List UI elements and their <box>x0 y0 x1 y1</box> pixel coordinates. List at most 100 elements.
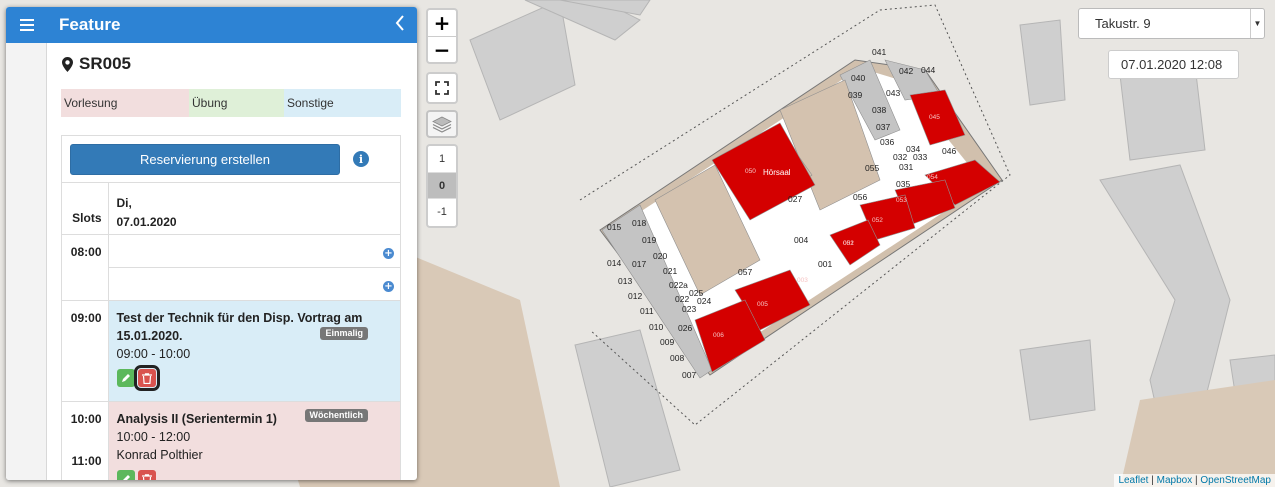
room-label[interactable]: 015 <box>607 222 621 232</box>
room-label[interactable]: 014 <box>607 258 621 268</box>
delete-event-button[interactable] <box>133 365 160 391</box>
room-label[interactable]: 004 <box>794 235 808 245</box>
room-label[interactable]: 010 <box>649 322 663 332</box>
level-minus1-button[interactable]: -1 <box>428 198 456 224</box>
room-label[interactable]: 007 <box>682 370 696 380</box>
room-label[interactable]: 008 <box>670 353 684 363</box>
attribution-separator: | <box>1195 475 1198 486</box>
room-label[interactable]: 022a <box>669 280 688 290</box>
event-card[interactable]: Analysis II (Serientermin 1) Wöchentlich… <box>108 402 400 480</box>
room-label[interactable]: 013 <box>618 276 632 286</box>
add-slot-icon[interactable]: + <box>383 281 394 292</box>
collapse-sidebar-button[interactable] <box>395 14 405 37</box>
room-label[interactable]: 018 <box>632 218 646 228</box>
event-type-legend: Vorlesung Übung Sonstige <box>61 89 401 117</box>
leaflet-link[interactable]: Leaflet <box>1118 475 1148 486</box>
room-label[interactable]: 023 <box>682 304 696 314</box>
room-label[interactable]: 027 <box>788 194 802 204</box>
level-0-button[interactable]: 0 <box>428 172 456 198</box>
room-label[interactable]: 036 <box>880 137 894 147</box>
room-label[interactable]: 020 <box>653 251 667 261</box>
create-reservation-button[interactable]: Reservierung erstellen <box>70 144 340 175</box>
room-label[interactable]: 003 <box>797 277 808 284</box>
room-label[interactable]: 056 <box>853 192 867 202</box>
day-date: 07.01.2020 <box>116 215 177 229</box>
room-label[interactable]: 012 <box>628 291 642 301</box>
room-label[interactable]: 042 <box>899 66 913 76</box>
room-label[interactable]: 021 <box>663 266 677 276</box>
zoom-in-button[interactable]: + <box>428 10 456 36</box>
day-name: Di, <box>116 196 132 210</box>
level-1-button[interactable]: 1 <box>428 146 456 172</box>
mapbox-link[interactable]: Mapbox <box>1157 475 1193 486</box>
room-label[interactable]: 011 <box>640 306 654 316</box>
room-label[interactable]: 017 <box>632 259 646 269</box>
room-label[interactable]: 054 <box>927 174 938 181</box>
event-cell: Analysis II (Serientermin 1) Wöchentlich… <box>108 401 400 480</box>
room-label[interactable]: 005 <box>757 301 768 308</box>
event-actions <box>116 470 395 480</box>
building-select[interactable]: Takustr. 9 ▼ <box>1078 8 1265 39</box>
room-label[interactable]: 024 <box>697 296 711 306</box>
room-label[interactable]: 051 <box>843 240 854 247</box>
building-select-value: Takustr. 9 <box>1095 16 1151 31</box>
room-label[interactable]: 031 <box>899 162 913 172</box>
room-label[interactable]: 055 <box>865 163 879 173</box>
room-label[interactable]: 026 <box>678 323 692 333</box>
room-label[interactable]: 044 <box>921 65 935 75</box>
fullscreen-icon <box>435 81 449 95</box>
day-column-header: Di, 07.01.2020 <box>108 182 400 235</box>
room-label[interactable]: 039 <box>848 90 862 100</box>
sidebar-pane: Feature SR005 Vorlesung Übung Sonstige R… <box>47 7 417 480</box>
room-heading: SR005 <box>62 54 131 74</box>
room-label[interactable]: 040 <box>851 73 865 83</box>
slot-time: 09:00 <box>62 300 109 402</box>
sidebar-tabs <box>6 7 47 480</box>
room-label[interactable]: 022 <box>675 294 689 304</box>
slot-time: 10:00 11:00 <box>62 401 109 480</box>
room-label[interactable]: 037 <box>876 122 890 132</box>
room-label[interactable]: 038 <box>872 105 886 115</box>
room-label[interactable]: 032 <box>893 152 907 162</box>
datetime-input[interactable]: 07.01.2020 12:08 <box>1108 50 1239 79</box>
menu-button[interactable] <box>6 7 47 43</box>
room-label[interactable]: 045 <box>929 114 940 121</box>
empty-slot[interactable]: + <box>108 234 400 268</box>
hamburger-icon <box>19 19 34 31</box>
sidebar-header: Feature <box>47 7 417 43</box>
zoom-out-button[interactable]: − <box>428 36 456 62</box>
room-label[interactable]: 053 <box>896 197 907 204</box>
chevron-down-icon[interactable]: ▼ <box>1250 9 1264 38</box>
osm-link[interactable]: OpenStreetMap <box>1200 475 1271 486</box>
slot-time: 08:00 <box>62 234 109 301</box>
event-person: Konrad Polthier <box>116 448 203 462</box>
edit-event-button[interactable] <box>116 369 135 387</box>
trash-icon <box>141 372 152 384</box>
room-label[interactable]: 001 <box>818 259 832 269</box>
room-label[interactable]: 057 <box>738 267 752 277</box>
room-label[interactable]: 033 <box>913 152 927 162</box>
layers-icon <box>432 116 452 133</box>
info-icon[interactable]: i <box>353 151 369 167</box>
slot-time-label: 11:00 <box>71 454 102 468</box>
add-slot-icon[interactable]: + <box>383 248 394 259</box>
room-label[interactable]: 050 <box>745 168 756 175</box>
edit-event-button[interactable] <box>116 470 135 480</box>
event-card[interactable]: Test der Technik für den Disp. Vortrag a… <box>108 301 400 401</box>
slots-column-header: Slots <box>62 182 109 235</box>
sidebar-title: Feature <box>59 15 121 34</box>
room-label[interactable]: 041 <box>872 47 886 57</box>
layers-button[interactable] <box>426 110 458 138</box>
neighbor-building <box>1019 339 1096 421</box>
empty-slot[interactable]: + <box>108 267 400 301</box>
room-label[interactable]: 019 <box>642 235 656 245</box>
room-label[interactable]: 043 <box>886 88 900 98</box>
room-label[interactable]: 035 <box>896 179 910 189</box>
room-label[interactable]: 009 <box>660 337 674 347</box>
delete-event-button[interactable] <box>137 470 156 480</box>
fullscreen-button[interactable] <box>426 72 458 104</box>
pencil-icon <box>121 374 130 382</box>
room-label[interactable]: 046 <box>942 146 956 156</box>
room-label[interactable]: 052 <box>872 217 883 224</box>
room-label[interactable]: 006 <box>713 332 724 339</box>
